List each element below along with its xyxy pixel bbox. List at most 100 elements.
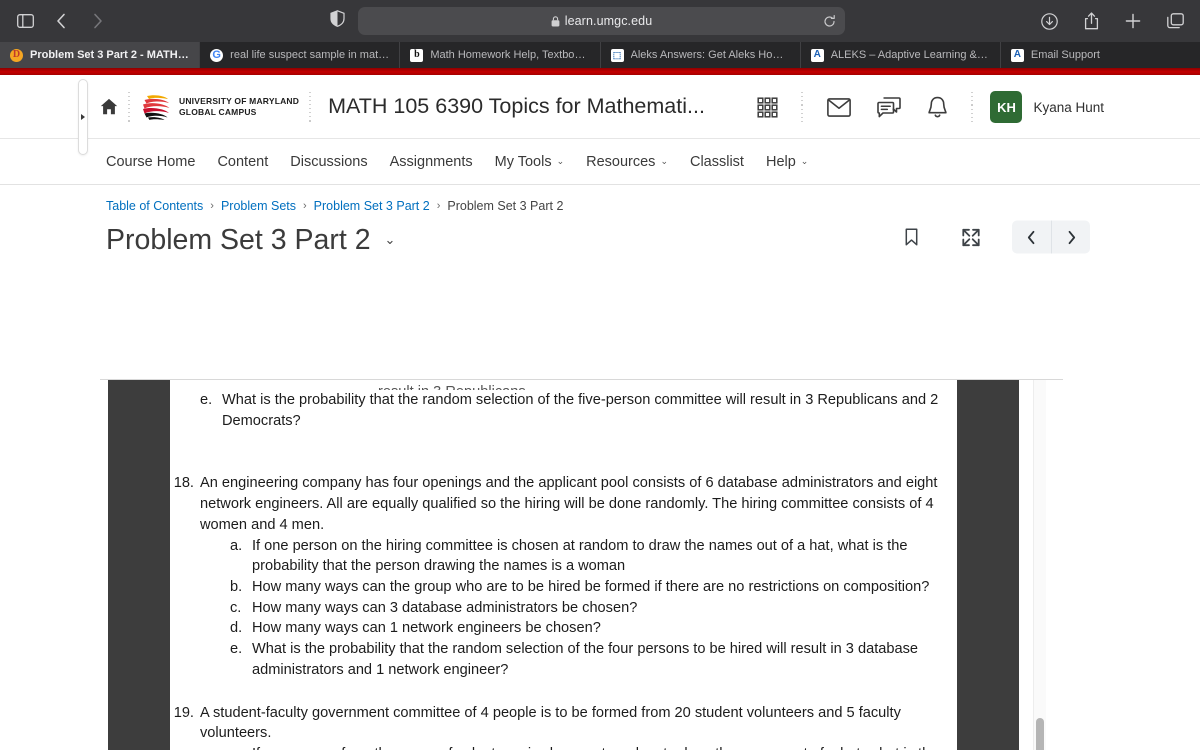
sub-question-text: How many ways can the group who are to b…	[252, 579, 930, 596]
sub-question-text: What is the probability that the random …	[252, 641, 919, 678]
share-icon[interactable]	[1080, 10, 1102, 32]
privacy-shield-icon[interactable]	[330, 10, 345, 32]
downloads-icon[interactable]	[1038, 10, 1060, 32]
nav-item-discussions[interactable]: Discussions	[290, 154, 367, 170]
nav-item-course-home[interactable]: Course Home	[106, 154, 195, 170]
chevron-down-icon: ⌄	[800, 156, 809, 166]
clipped-text-line: result in 3 Republicans	[170, 382, 953, 390]
user-name[interactable]: Kyana Hunt	[1033, 100, 1104, 115]
chat-bubble-icon[interactable]	[864, 96, 914, 118]
bartleby-icon: b	[410, 48, 424, 62]
nav-label: Resources	[586, 153, 656, 170]
sub-question-text: How many ways can 3 database administrat…	[252, 599, 638, 616]
sub-question-text: What is the probability that the random …	[222, 392, 939, 429]
nav-label: Content	[217, 153, 269, 170]
tab-title: Problem Set 3 Part 2 - MATH 10...	[30, 49, 190, 61]
nav-item-assignments[interactable]: Assignments	[390, 154, 473, 170]
notification-bell-icon[interactable]	[914, 96, 961, 119]
d2l-icon: D	[10, 48, 23, 62]
sub-question-text: If one person from the group of voluntee…	[252, 744, 953, 750]
aleks-icon: A	[1010, 48, 1024, 62]
next-button[interactable]	[1051, 220, 1090, 254]
divider-dots	[128, 91, 131, 122]
tab-title: ALEKS – Adaptive Learning & A...	[830, 49, 990, 61]
back-arrow-icon[interactable]	[50, 10, 72, 32]
sub-question: b. How many ways can the group who are t…	[226, 577, 953, 598]
aleks-answers-icon: ⬚	[610, 48, 624, 62]
envelope-icon[interactable]	[814, 97, 864, 117]
reload-icon[interactable]	[823, 14, 836, 28]
nav-label: Help	[765, 153, 796, 170]
browser-chrome: learn.umgc.edu D Problem Set 3 Part 2 - …	[0, 0, 1200, 68]
browser-toolbar: learn.umgc.edu	[0, 0, 1200, 42]
sidebar-toggle-icon[interactable]	[14, 10, 36, 32]
sub-question-group: e. What is the probability that the rand…	[170, 390, 953, 431]
vertical-scrollbar[interactable]	[1033, 380, 1046, 750]
course-nav: Course Home Content Discussions Assignme…	[0, 139, 1200, 185]
expand-fullscreen-icon[interactable]	[940, 228, 1002, 246]
nav-label: Assignments	[389, 153, 473, 170]
umgc-logo[interactable]: UNIVERSITY OF MARYLAND GLOBAL CAMPUS	[141, 93, 299, 121]
new-tab-icon[interactable]	[1122, 10, 1144, 32]
viewer-left-gutter	[108, 380, 170, 750]
question-19: 19. A student-faculty government committ…	[170, 703, 953, 750]
umgc-wordmark-line2: GLOBAL CAMPUS	[179, 106, 257, 117]
sub-question-label: e.	[200, 392, 213, 408]
tab-title: Math Homework Help, Textboo...	[430, 49, 590, 61]
sub-question-group: a. If one person from the group of volun…	[200, 744, 953, 750]
nav-label: Classlist	[689, 153, 744, 170]
aleks-icon: A	[810, 48, 824, 62]
tab-title: real life suspect sample in math...	[230, 49, 390, 61]
sub-question-label: a.	[230, 537, 243, 554]
sub-question-label: a.	[226, 744, 252, 750]
umgc-wordmark-line1: UNIVERSITY OF MARYLAND	[179, 95, 300, 106]
sub-question-text: How many ways can 1 network engineers be…	[252, 620, 601, 637]
question-text: A student-faculty government committee o…	[200, 704, 901, 742]
address-bar[interactable]: learn.umgc.edu	[358, 7, 845, 35]
chevron-down-icon: ⌄	[660, 156, 668, 166]
document-page: result in 3 Republicans e. What is the p…	[170, 380, 953, 750]
nav-item-help[interactable]: Help ⌄	[766, 154, 808, 170]
chevron-down-icon[interactable]: ⌄	[385, 232, 396, 248]
sub-question: a. If one person from the group of volun…	[226, 744, 953, 750]
title-actions	[883, 220, 1090, 254]
home-icon[interactable]	[100, 98, 118, 115]
tab-overview-icon[interactable]	[1164, 10, 1186, 32]
nav-item-my-tools[interactable]: My Tools ⌄	[495, 154, 565, 170]
course-title[interactable]: MATH 105 6390 Topics for Mathemati...	[328, 94, 705, 119]
avatar[interactable]: KH	[990, 91, 1023, 123]
sub-question-group: a. If one person on the hiring committee…	[200, 536, 953, 681]
browser-tab[interactable]: b Math Homework Help, Textboo...	[400, 42, 601, 68]
nav-item-content[interactable]: Content	[217, 154, 268, 170]
browser-tab[interactable]: ⬚ Aleks Answers: Get Aleks Home...	[601, 42, 801, 68]
header-actions: KH Kyana Hunt	[744, 75, 1104, 139]
panel-expand-icon[interactable]	[78, 79, 88, 155]
app-grid-icon[interactable]	[744, 96, 791, 118]
bookmark-icon[interactable]	[883, 228, 940, 246]
browser-tab[interactable]: A ALEKS – Adaptive Learning & A...	[801, 42, 1001, 68]
sub-question-label: d.	[230, 620, 243, 637]
breadcrumb-separator: ›	[436, 200, 441, 212]
divider-dots	[309, 91, 312, 122]
previous-button[interactable]	[1012, 221, 1051, 254]
browser-tab[interactable]: A Email Support	[1001, 42, 1200, 68]
scrollbar-thumb[interactable]	[1036, 718, 1044, 750]
browser-tab[interactable]: D Problem Set 3 Part 2 - MATH 10...	[0, 42, 201, 68]
course-page: UNIVERSITY OF MARYLAND GLOBAL CAMPUS MAT…	[0, 75, 1200, 750]
title-bar: Problem Set 3 Part 2 ⌄	[0, 213, 1200, 261]
divider-dots	[801, 92, 804, 122]
course-header: UNIVERSITY OF MARYLAND GLOBAL CAMPUS MAT…	[0, 75, 1200, 139]
sub-question: e. What is the probability that the rand…	[226, 639, 953, 680]
nav-item-classlist[interactable]: Classlist	[690, 154, 744, 170]
browser-tab[interactable]: G real life suspect sample in math...	[200, 42, 401, 68]
tab-title: Email Support	[1030, 49, 1100, 61]
breadcrumb-item-problem-set-3-part-2[interactable]: Problem Set 3 Part 2	[314, 199, 430, 213]
sub-question-label: b.	[230, 579, 243, 596]
question-18: 18. An engineering company has four open…	[170, 473, 953, 680]
breadcrumb-item-problem-sets[interactable]: Problem Sets	[221, 199, 296, 213]
sub-question: d. How many ways can 1 network engineers…	[226, 618, 953, 639]
breadcrumb-separator: ›	[210, 200, 214, 212]
nav-item-resources[interactable]: Resources ⌄	[586, 154, 668, 170]
pagination-controls	[1012, 220, 1090, 254]
breadcrumb-item-table-of-contents[interactable]: Table of Contents	[106, 199, 203, 213]
